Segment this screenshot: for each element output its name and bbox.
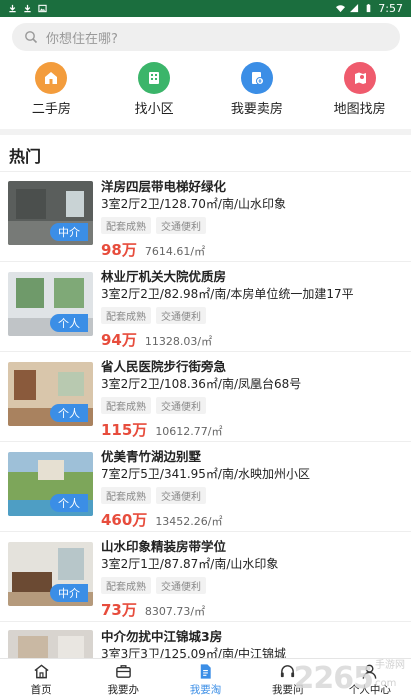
search-icon [25, 31, 38, 44]
download-icon [24, 4, 31, 13]
listing-desc: 3室2厅2卫/82.98㎡/南/本房单位统一加建17平 [101, 287, 354, 301]
hot-section: 热门 中介 洋房四层带电梯好绿化 3室2厅2卫/128.70㎡/南/山水印象 配… [0, 135, 411, 670]
listing-item[interactable]: 中介 山水印象精装房带学位 3室2厅1卫/87.87㎡/南/山水印象 配套成熟 … [0, 532, 411, 622]
top-panel: 你想住在哪? 二手房 找小区 我要卖房 地图找房 [0, 17, 411, 129]
listing-tag: 中介 [50, 584, 88, 602]
listing-tag: 个人 [50, 404, 88, 422]
tab-label: 首页 [30, 683, 52, 696]
map-pin-icon [343, 62, 376, 94]
listing-price: 115万 [101, 421, 148, 439]
feature-chip: 配套成熟 [101, 307, 151, 324]
sell-house-icon [240, 62, 273, 94]
feature-chip: 交通便利 [156, 307, 206, 324]
tab-browse[interactable]: 我要淘 [164, 659, 246, 700]
tab-label: 我要办 [107, 683, 140, 696]
listing-price: 73万 [101, 601, 137, 619]
listing-tag: 中介 [50, 223, 88, 241]
listing-desc: 3室2厅1卫/87.87㎡/南/山水印象 [101, 557, 279, 571]
watermark-site: 手游网 [375, 660, 405, 671]
category-map-search[interactable]: 地图找房 [308, 62, 411, 120]
listing-item[interactable]: 中介 洋房四层带电梯好绿化 3室2厅2卫/128.70㎡/南/山水印象 配套成熟… [0, 172, 411, 262]
feature-chip: 交通便利 [156, 397, 206, 414]
home-icon [34, 663, 49, 678]
house-icon [35, 62, 68, 94]
feature-chip: 配套成熟 [101, 577, 151, 594]
listing-desc: 3室2厅2卫/108.36㎡/南/凤凰台68号 [101, 377, 302, 391]
listing-photo: 中介 [8, 542, 93, 606]
category-label: 我要卖房 [230, 102, 283, 117]
briefcase-icon [115, 664, 131, 678]
feature-chip: 交通便利 [156, 577, 206, 594]
tab-label: 我要淘 [189, 683, 222, 696]
listing-title: 洋房四层带电梯好绿化 [101, 179, 227, 194]
listing-title: 优美青竹湖边别墅 [101, 449, 202, 464]
watermark-number: 2265 [293, 661, 374, 696]
listing-tag: 个人 [50, 494, 88, 512]
listing-title: 林业厅机关大院优质房 [101, 269, 227, 284]
listing-desc: 7室2厅5卫/341.95㎡/南/水映加州小区 [101, 467, 311, 481]
listing-title: 山水印象精装房带学位 [101, 539, 227, 554]
feature-chip: 交通便利 [156, 487, 206, 504]
image-icon [38, 4, 47, 13]
category-label: 找小区 [134, 102, 174, 117]
category-second-hand[interactable]: 二手房 [0, 62, 103, 120]
search-input[interactable]: 你想住在哪? [12, 23, 400, 51]
listing-desc: 3室2厅2卫/128.70㎡/南/山水印象 [101, 197, 287, 211]
signal-icon [350, 4, 359, 13]
listing-tag: 个人 [50, 314, 88, 332]
listing-price: 98万 [101, 241, 137, 259]
listing-price: 94万 [101, 331, 137, 349]
section-title: 热门 [9, 147, 42, 166]
download-icon [9, 4, 16, 13]
category-nav: 二手房 找小区 我要卖房 地图找房 [0, 62, 411, 120]
listing-title: 中介勿扰中江锦城3房 [101, 629, 223, 644]
listing-price: 460万 [101, 511, 148, 529]
category-label: 地图找房 [333, 102, 386, 117]
feature-chip: 配套成熟 [101, 217, 151, 234]
feature-chip: 配套成熟 [101, 487, 151, 504]
feature-chip: 配套成熟 [101, 397, 151, 414]
building-icon [138, 62, 171, 94]
watermark-suffix: com [375, 678, 397, 689]
document-icon [200, 663, 211, 679]
battery-icon [366, 4, 371, 13]
listing-unit-price: 11328.03/㎡ [144, 335, 213, 348]
listing-item[interactable]: 个人 省人民医院步行街旁急 3室2厅2卫/108.36㎡/南/凤凰台68号 配套… [0, 352, 411, 442]
listing-photo: 个人 [8, 272, 93, 336]
category-label: 二手房 [31, 102, 71, 117]
listing-photo: 个人 [8, 362, 93, 426]
listing-photo: 个人 [8, 452, 93, 516]
status-time: 7:57 [378, 2, 403, 15]
listing-unit-price: 8307.73/㎡ [144, 605, 206, 618]
status-bar: 7:57 [0, 0, 411, 17]
search-placeholder: 你想住在哪? [46, 31, 118, 47]
tab-home[interactable]: 首页 [0, 659, 82, 700]
watermark-logo: 2265 手游网 com [294, 660, 406, 696]
listing-item[interactable]: 个人 优美青竹湖边别墅 7室2厅5卫/341.95㎡/南/水映加州小区 配套成熟… [0, 442, 411, 532]
listing-unit-price: 10612.77/㎡ [155, 425, 223, 438]
feature-chip: 交通便利 [156, 217, 206, 234]
wifi-icon [336, 5, 346, 13]
category-sell-house[interactable]: 我要卖房 [206, 62, 309, 120]
listing-photo: 中介 [8, 181, 93, 245]
category-find-community[interactable]: 找小区 [103, 62, 206, 120]
tab-handle[interactable]: 我要办 [82, 659, 164, 700]
listing-item[interactable]: 个人 林业厅机关大院优质房 3室2厅2卫/82.98㎡/南/本房单位统一加建17… [0, 262, 411, 352]
listing-unit-price: 7614.61/㎡ [144, 245, 206, 258]
listing-title: 省人民医院步行街旁急 [101, 359, 227, 374]
listing-unit-price: 13452.26/㎡ [155, 515, 223, 528]
